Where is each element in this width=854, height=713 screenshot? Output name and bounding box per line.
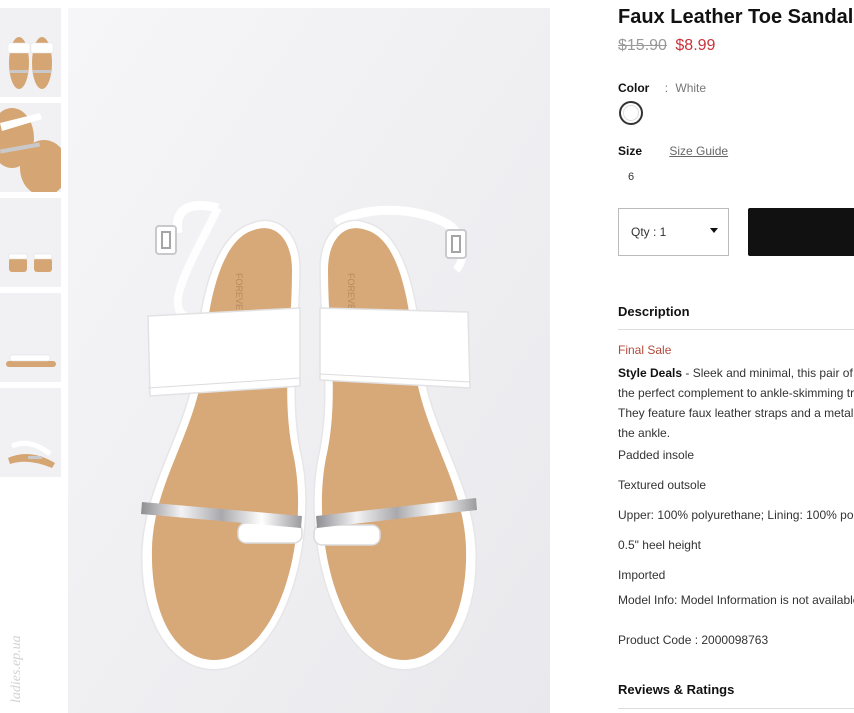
price-row: $15.90 $8.99 <box>618 37 715 55</box>
style-deals-label: Style Deals <box>618 366 683 380</box>
detail-material: Upper: 100% polyurethane; Lining: 100% p… <box>618 508 854 522</box>
size-option-6[interactable]: 6 <box>628 171 634 183</box>
thumbnail-3[interactable] <box>0 198 61 287</box>
thumbnail-4[interactable] <box>0 293 61 382</box>
thumbnail-2[interactable] <box>0 103 61 192</box>
description-divider <box>618 329 854 330</box>
product-title: Faux Leather Toe Sandals <box>618 6 854 28</box>
size-row: Size Size Guide <box>618 144 728 158</box>
description-line-4: the ankle. <box>618 426 671 440</box>
add-to-bag-button[interactable] <box>748 208 854 256</box>
detail-insole: Padded insole <box>618 448 695 462</box>
sale-price: $8.99 <box>675 37 716 54</box>
color-swatch-white[interactable] <box>619 101 643 125</box>
description-line-1: Style Deals - Sleek and minimal, this pa… <box>618 363 854 383</box>
color-label: Color <box>618 81 650 95</box>
product-page: FOREVER21 FOREVER21 ladies.ep.ua Faux Le… <box>0 0 854 713</box>
reviews-divider <box>618 708 854 709</box>
detail-model-info: Model Info: Model Information is not ava… <box>618 593 854 607</box>
svg-text:ladies.ep.ua: ladies.ep.ua <box>9 635 24 703</box>
detail-outsole: Textured outsole <box>618 478 707 492</box>
product-code: Product Code : 2000098763 <box>618 633 769 647</box>
color-value: White <box>675 81 707 95</box>
color-row: Color : White <box>618 81 706 95</box>
color-separator: : <box>664 81 669 95</box>
product-details: Faux Leather Toe Sandals $15.90 $8.99 Co… <box>618 0 854 713</box>
detail-imported: Imported <box>618 568 666 582</box>
sandals-illustration: FOREVER21 FOREVER21 <box>68 8 550 713</box>
quantity-select[interactable]: Qty : 1 <box>618 208 729 256</box>
original-price: $15.90 <box>618 37 667 54</box>
thumbnail-5[interactable] <box>0 388 61 477</box>
description-line-2: the perfect complement to ankle-skimming… <box>618 386 854 400</box>
description-text: Style Deals - Sleek and minimal, this pa… <box>618 363 854 443</box>
detail-heel-height: 0.5" heel height <box>618 538 701 552</box>
description-line-3: They feature faux leather straps and a m… <box>618 406 854 420</box>
thumbnail-1[interactable] <box>0 8 61 97</box>
description-line-1-text: - Sleek and minimal, this pair of sandal… <box>685 366 854 380</box>
final-sale-label: Final Sale <box>618 343 672 357</box>
reviews-heading[interactable]: Reviews & Ratings <box>618 682 734 697</box>
watermark-logo: ladies.ep.ua <box>9 635 24 703</box>
description-heading: Description <box>618 304 690 319</box>
thumbnail-list <box>0 8 61 483</box>
size-label: Size <box>618 144 643 158</box>
quantity-label: Qty : 1 <box>631 225 667 239</box>
caret-down-icon <box>710 228 718 233</box>
size-guide-link[interactable]: Size Guide <box>669 144 728 158</box>
main-product-image[interactable]: FOREVER21 FOREVER21 <box>68 8 550 713</box>
